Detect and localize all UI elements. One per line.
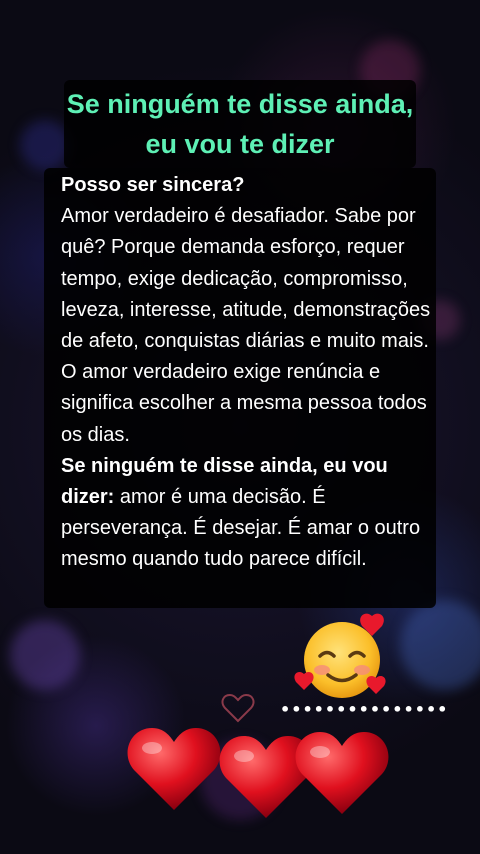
paragraph-3-text: amor é uma decisão. É perseverança. É de…	[61, 486, 421, 571]
paragraph-1-bold: Posso ser sincera?	[61, 174, 245, 196]
smiling-face-with-hearts-icon	[294, 613, 386, 698]
paragraph-2-text: O amor verdadeiro exige renúncia e signi…	[61, 361, 427, 446]
bokeh-light	[10, 620, 80, 690]
video-frame: Se ninguém te disse ainda, eu vou te diz…	[0, 0, 480, 854]
heart-outline-icon	[221, 693, 255, 723]
post-title: Se ninguém te disse ainda, eu vou te diz…	[64, 84, 416, 164]
dotted-separator: •••••••••••••••	[280, 700, 449, 719]
post-body: Posso ser sincera? Amor verdadeiro é des…	[61, 170, 431, 576]
paragraph-3: Se ninguém te disse ainda, eu vou dizer:…	[61, 451, 431, 576]
bokeh-light	[20, 120, 70, 170]
paragraph-1-text: Amor verdadeiro é desafiador. Sabe por q…	[61, 205, 431, 353]
paragraph-2: O amor verdadeiro exige renúncia e signi…	[61, 357, 431, 451]
bokeh-light	[400, 600, 480, 690]
red-heart-icon	[127, 728, 221, 810]
title-line-2: eu vou te dizer	[145, 129, 335, 159]
title-line-1: Se ninguém te disse ainda,	[66, 89, 414, 119]
paragraph-1: Posso ser sincera? Amor verdadeiro é des…	[61, 170, 431, 357]
red-heart-icon	[295, 732, 389, 814]
